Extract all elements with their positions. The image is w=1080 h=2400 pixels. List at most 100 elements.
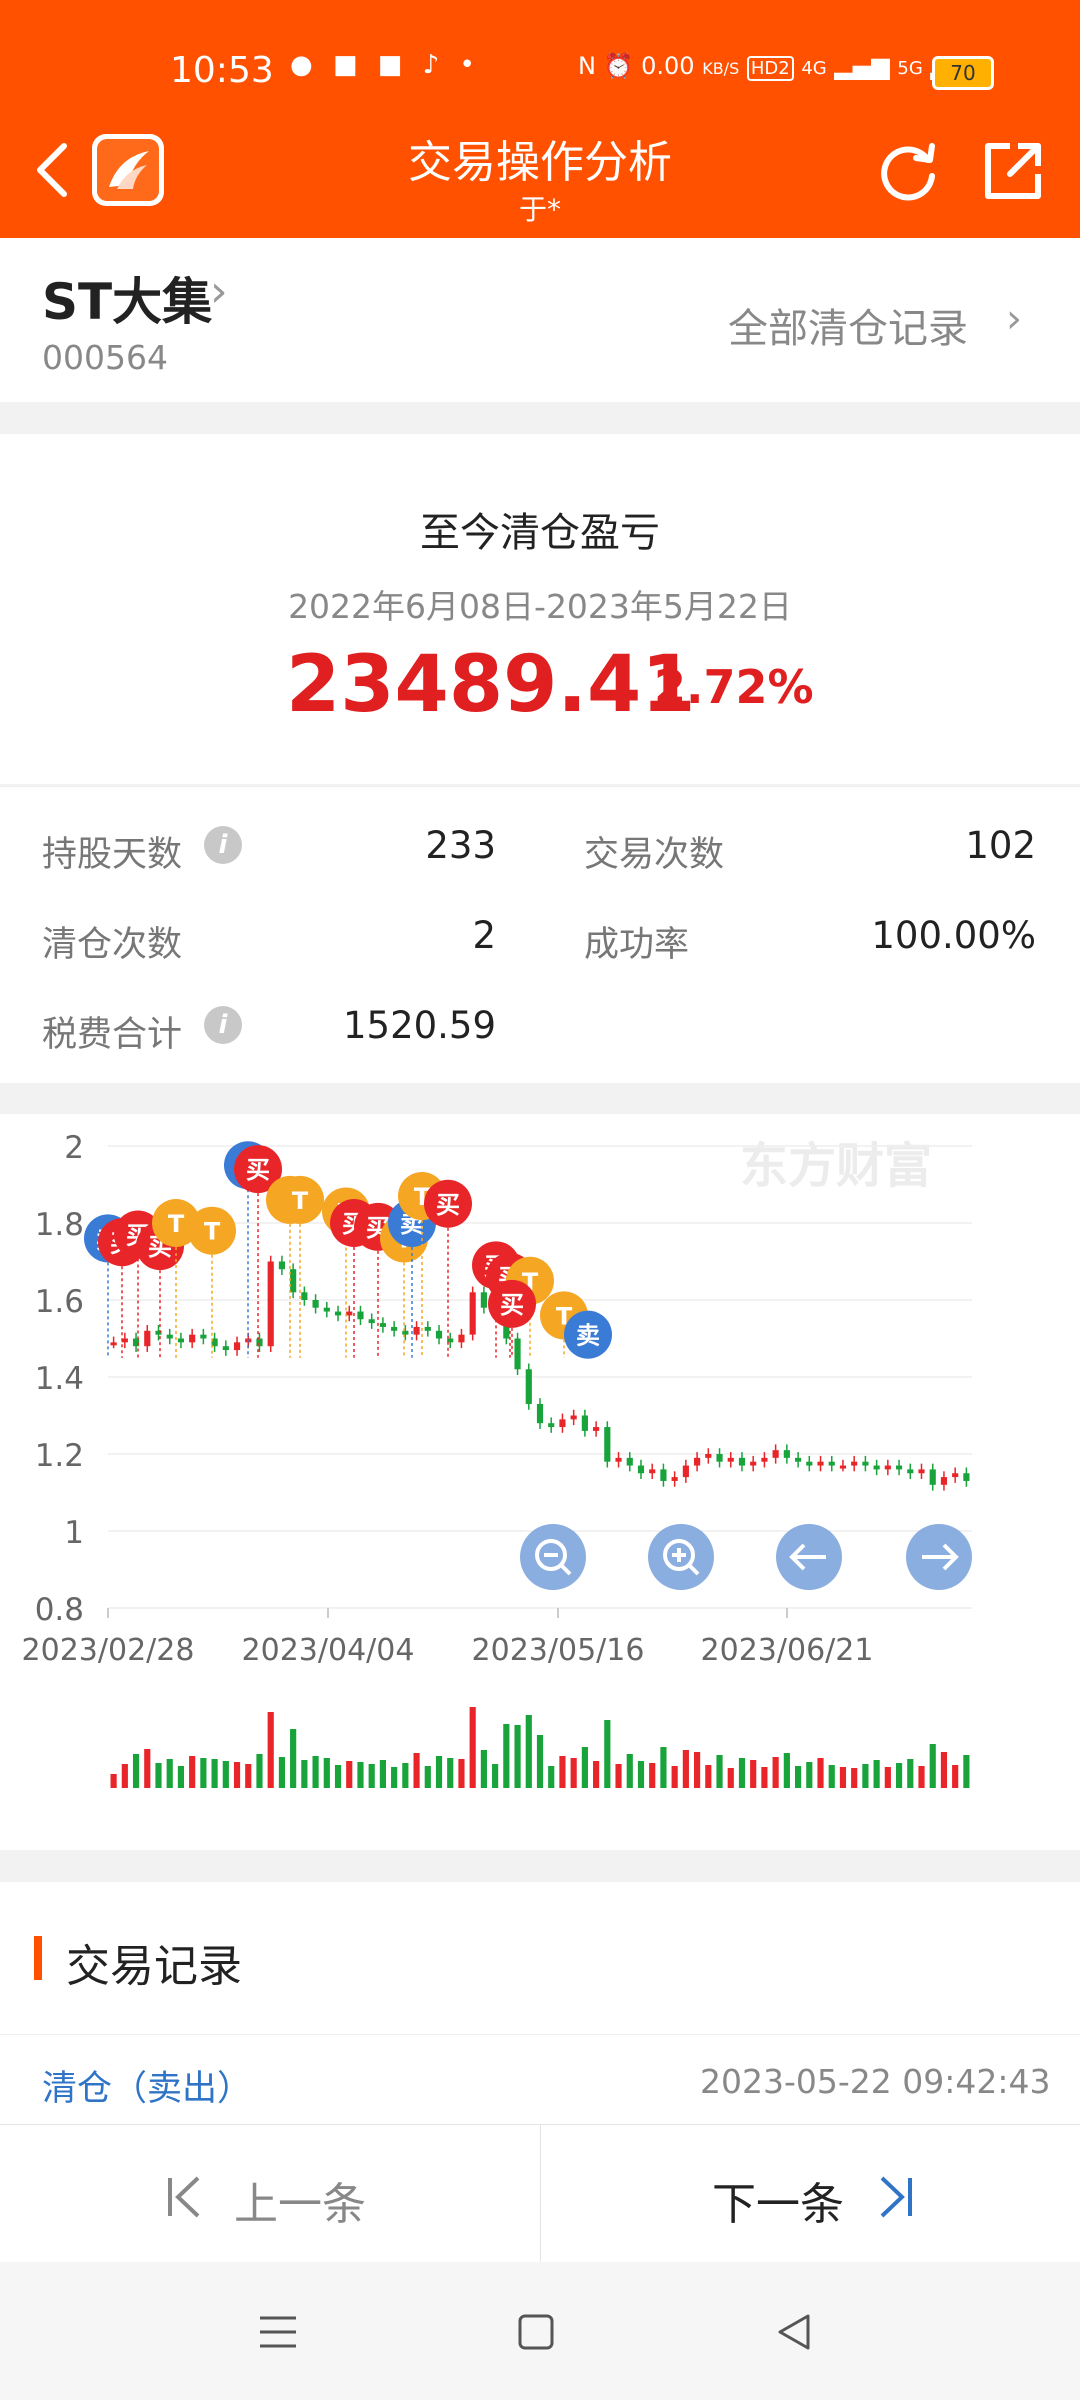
volume-bar (402, 1763, 409, 1788)
volume-bar (884, 1767, 891, 1788)
volume-bar (649, 1763, 656, 1788)
prev-record-button[interactable]: 上一条 (234, 2168, 366, 2232)
candle-body (177, 1338, 185, 1343)
candle-body (290, 1269, 297, 1293)
clear-count-value: 2 (472, 914, 496, 957)
y-tick-label: 1.8 (35, 1207, 84, 1243)
candle-body (413, 1326, 420, 1335)
volume-bar (413, 1753, 420, 1788)
x-tick-label: 2023/04/04 (242, 1633, 415, 1668)
volume-bar (873, 1760, 880, 1788)
volume-bar (839, 1767, 847, 1788)
scroll-right-button[interactable] (906, 1524, 972, 1590)
volume-bar (929, 1744, 936, 1788)
x-tick-label: 2023/02/28 (22, 1633, 195, 1668)
volume-bar (615, 1764, 622, 1788)
fees-value: 1520.59 (342, 1004, 496, 1047)
volume-bar (110, 1774, 117, 1788)
volume-bar (514, 1725, 521, 1788)
all-clear-records-link[interactable]: 全部清仓记录 (728, 296, 968, 354)
skip-first-icon[interactable] (164, 2174, 204, 2220)
clear-count-label: 清仓次数 (42, 925, 183, 965)
volume-bar (559, 1756, 566, 1788)
trade-marker-label: T (292, 1187, 309, 1215)
candle-body (559, 1419, 566, 1428)
record-type[interactable]: 清仓（卖出） (42, 2060, 252, 2111)
candle-body (750, 1461, 757, 1466)
candle-body (772, 1450, 779, 1458)
zoom-in-button[interactable] (648, 1524, 714, 1590)
skip-last-icon[interactable] (876, 2174, 916, 2220)
volume-bar (469, 1707, 476, 1788)
status-app-icons: ● ■ ■ ♪ • (290, 50, 481, 80)
stock-name[interactable]: ST大集 (42, 262, 212, 334)
scroll-left-button[interactable] (776, 1524, 842, 1590)
volume-bar (267, 1712, 274, 1788)
candle-body (839, 1465, 847, 1469)
info-icon[interactable]: i (204, 826, 242, 864)
candle-body (233, 1342, 241, 1351)
candle-body (301, 1292, 308, 1300)
candle-body (458, 1334, 465, 1343)
candle-body (682, 1465, 689, 1478)
volume-bar (525, 1715, 532, 1788)
candle-body (761, 1457, 768, 1462)
volume-bar (346, 1761, 353, 1788)
volume-bar (256, 1754, 263, 1788)
system-nav-bar (0, 2262, 1080, 2400)
candle-body (514, 1338, 521, 1370)
volume-bar (155, 1763, 162, 1788)
divider (540, 2124, 541, 2262)
chevron-right-icon[interactable]: › (210, 266, 228, 317)
candle-body (323, 1307, 330, 1312)
volume-bar (570, 1758, 577, 1788)
kline-chart[interactable]: 东方财富21.81.61.41.210.82023/02/28 2023/04/0… (0, 1116, 1080, 1852)
volume-bar (233, 1762, 241, 1788)
zoom-out-button[interactable] (520, 1524, 586, 1590)
candle-body (873, 1465, 880, 1470)
x-tick-label: 2023/05/16 (472, 1633, 645, 1668)
back-nav-icon[interactable] (774, 2312, 814, 2352)
alarm-icon: ⏰ (603, 52, 634, 80)
candle-body (626, 1457, 633, 1466)
volume-bar (851, 1768, 858, 1788)
candle-body (963, 1473, 970, 1481)
trade-marker-label: T (168, 1210, 185, 1238)
volume-bar (671, 1766, 678, 1788)
candle-body (402, 1330, 409, 1335)
volume-bar (705, 1765, 712, 1788)
candle-body (424, 1326, 431, 1331)
volume-bar (817, 1758, 824, 1788)
section-accent-bar (34, 1936, 42, 1980)
share-icon[interactable] (980, 138, 1046, 204)
candle-body (716, 1454, 723, 1462)
next-record-button[interactable]: 下一条 (712, 2168, 844, 2232)
trade-count-label: 交易次数 (584, 835, 725, 875)
candle-body (851, 1461, 858, 1466)
volume-bar (727, 1768, 734, 1788)
volume-bar (750, 1760, 757, 1788)
volume-bar (144, 1749, 151, 1788)
refresh-icon[interactable] (876, 138, 942, 204)
volume-bar (738, 1758, 746, 1788)
volume-bar (458, 1759, 465, 1788)
info-icon[interactable]: i (204, 1006, 242, 1044)
candle-body (278, 1261, 286, 1270)
divider (0, 2034, 1080, 2035)
chevron-right-icon[interactable]: › (1006, 296, 1022, 342)
volume-bar (716, 1755, 723, 1788)
menu-icon[interactable] (258, 2312, 298, 2352)
volume-bar (357, 1762, 364, 1788)
volume-bar (189, 1756, 196, 1788)
y-tick-label: 1.4 (35, 1361, 84, 1397)
volume-bar (132, 1754, 140, 1788)
pnl-date-range: 2022年6月08日-2023年5月22日 (288, 587, 792, 626)
volume-bar (379, 1760, 386, 1788)
volume-bar (368, 1764, 375, 1788)
y-tick-label: 1.2 (35, 1438, 84, 1474)
y-tick-label: 2 (64, 1130, 84, 1166)
candle-body (615, 1457, 622, 1462)
volume-bar (177, 1766, 185, 1788)
home-icon[interactable] (516, 2312, 556, 2352)
volume-bar (548, 1766, 555, 1788)
